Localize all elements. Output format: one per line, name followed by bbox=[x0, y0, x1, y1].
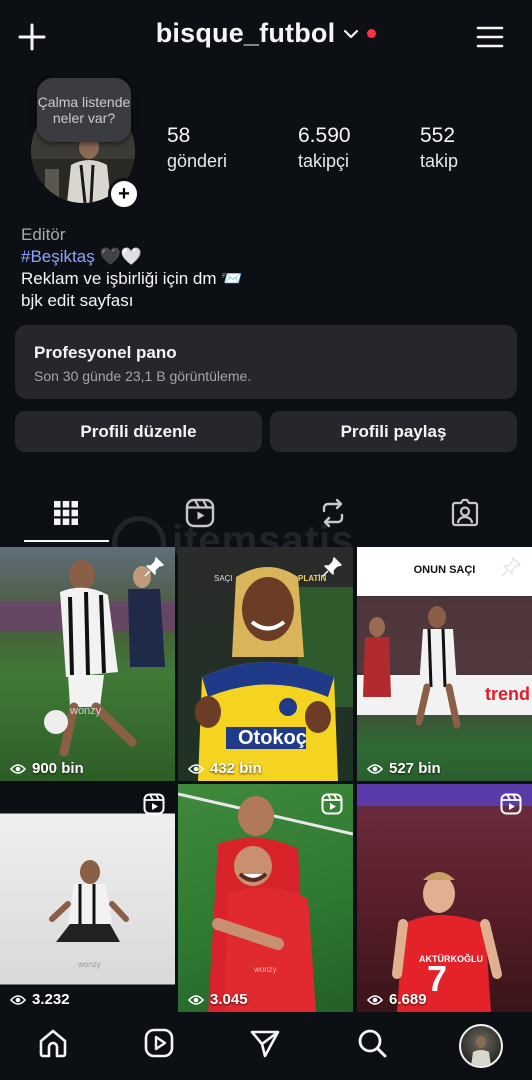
pin-icon bbox=[321, 556, 343, 578]
grid-icon bbox=[54, 501, 78, 525]
jersey-number: 7 bbox=[427, 958, 448, 999]
reels-icon bbox=[321, 793, 343, 815]
bio-line: bjk edit sayfası bbox=[21, 291, 134, 310]
post-thumbnail bbox=[49, 860, 129, 942]
post-overlay-text: Otokoç bbox=[238, 727, 307, 749]
add-story-button[interactable]: + bbox=[108, 178, 140, 210]
pin-icon bbox=[143, 556, 165, 578]
tab-tagged[interactable] bbox=[448, 496, 482, 530]
post-caption-left: SAÇI bbox=[214, 574, 233, 583]
post-tile[interactable]: wonzy 3.045 bbox=[178, 784, 353, 1012]
eye-icon bbox=[188, 763, 204, 774]
tab-reels[interactable] bbox=[183, 496, 217, 530]
share-profile-button[interactable]: Profili paylaş bbox=[270, 411, 517, 452]
eye-icon bbox=[367, 763, 383, 774]
view-count: 6.689 bbox=[367, 991, 427, 1008]
bio-line: Reklam ve işbirliği için dm bbox=[21, 269, 217, 288]
profile-avatar bbox=[471, 1036, 491, 1066]
view-count: 900 bin bbox=[10, 760, 84, 777]
profile-note-bubble[interactable]: Çalma listende neler var? bbox=[37, 78, 131, 142]
view-count-value: 527 bin bbox=[389, 760, 441, 777]
post-brand-text: trend bbox=[485, 684, 530, 704]
menu-button[interactable] bbox=[475, 22, 505, 52]
eye-icon bbox=[10, 994, 26, 1005]
tab-posts[interactable] bbox=[49, 496, 83, 530]
stat-followers[interactable]: 6.590 takipçi bbox=[298, 124, 351, 172]
nav-home[interactable] bbox=[36, 1026, 70, 1060]
post-tile[interactable]: SAÇI PLATİN Otokoç 432 bin bbox=[178, 547, 353, 781]
post-thumbnail bbox=[357, 597, 532, 729]
stat-following[interactable]: 552 takip bbox=[420, 124, 458, 172]
stat-value: 58 bbox=[167, 124, 191, 147]
view-count: 432 bin bbox=[188, 760, 262, 777]
nav-reels[interactable] bbox=[142, 1026, 176, 1060]
view-count: 527 bin bbox=[367, 760, 441, 777]
post-overlay-text: wonzy bbox=[70, 705, 102, 717]
reels-icon bbox=[500, 793, 522, 815]
edit-profile-button[interactable]: Profili düzenle bbox=[15, 411, 262, 452]
account-switcher[interactable]: bisque_futbol bbox=[0, 18, 532, 49]
nav-search[interactable] bbox=[355, 1026, 389, 1060]
post-overlay-text: wonzy bbox=[78, 960, 101, 969]
stat-value: 6.590 bbox=[298, 124, 351, 147]
stat-label: gönderi bbox=[167, 151, 228, 171]
post-thumbnail bbox=[0, 560, 175, 757]
view-count: 3.232 bbox=[10, 991, 70, 1008]
notification-dot bbox=[367, 29, 377, 38]
post-tile[interactable]: ONUN SAÇI trend 527 bin bbox=[357, 547, 532, 781]
view-count: 3.045 bbox=[188, 991, 248, 1008]
eye-icon bbox=[10, 763, 26, 774]
reels-icon bbox=[143, 793, 165, 815]
send-icon bbox=[250, 1030, 280, 1058]
reels-icon bbox=[144, 1028, 174, 1058]
stat-label: takip bbox=[420, 151, 459, 171]
profile-bio: Editör #Beşiktaş 🖤🤍 Reklam ve işbirliği … bbox=[21, 224, 242, 312]
post-tile[interactable]: AKTÜRKOĞLU 7 6.689 bbox=[357, 784, 532, 1012]
stat-value: 552 bbox=[420, 124, 456, 147]
stat-label: takipçi bbox=[298, 151, 350, 171]
eye-icon bbox=[367, 994, 383, 1005]
post-thumbnail bbox=[178, 792, 353, 1012]
dashboard-subtitle: Son 30 günde 23,1 B görüntüleme. bbox=[34, 368, 252, 384]
stat-posts[interactable]: 58 gönderi bbox=[167, 124, 227, 172]
chevron-down-icon bbox=[344, 29, 359, 38]
hearts-emoji: 🖤🤍 bbox=[99, 247, 142, 266]
tab-reposts[interactable] bbox=[316, 496, 350, 530]
active-tab-indicator bbox=[24, 540, 109, 542]
post-tile[interactable]: wonzy 900 bin bbox=[0, 547, 175, 781]
nav-profile[interactable] bbox=[459, 1024, 503, 1068]
pin-icon bbox=[500, 556, 522, 578]
repost-icon bbox=[322, 498, 344, 528]
eye-icon bbox=[188, 994, 204, 1005]
post-tile[interactable]: wonzy 3.232 bbox=[0, 784, 175, 1012]
tagged-icon bbox=[451, 498, 479, 527]
reels-icon bbox=[185, 498, 215, 528]
note-text: Çalma listende neler var? bbox=[37, 94, 131, 126]
view-count-value: 432 bin bbox=[210, 760, 262, 777]
professional-dashboard[interactable]: Profesyonel pano Son 30 günde 23,1 B gör… bbox=[15, 325, 517, 399]
hashtag-link[interactable]: #Beşiktaş bbox=[21, 247, 95, 266]
hamburger-icon bbox=[476, 26, 504, 48]
username: bisque_futbol bbox=[155, 18, 336, 48]
view-count-value: 6.689 bbox=[389, 991, 427, 1008]
view-count-value: 900 bin bbox=[32, 760, 84, 777]
dashboard-title: Profesyonel pano bbox=[34, 343, 177, 362]
nav-messages[interactable] bbox=[248, 1026, 282, 1060]
plus-icon: + bbox=[118, 183, 130, 205]
search-icon bbox=[358, 1029, 387, 1058]
envelope-emoji: 📨 bbox=[221, 269, 243, 288]
profile-category: Editör bbox=[21, 225, 66, 244]
home-icon bbox=[39, 1029, 67, 1058]
view-count-value: 3.232 bbox=[32, 991, 70, 1008]
view-count-value: 3.045 bbox=[210, 991, 248, 1008]
post-overlay-text: wonzy bbox=[254, 965, 277, 974]
